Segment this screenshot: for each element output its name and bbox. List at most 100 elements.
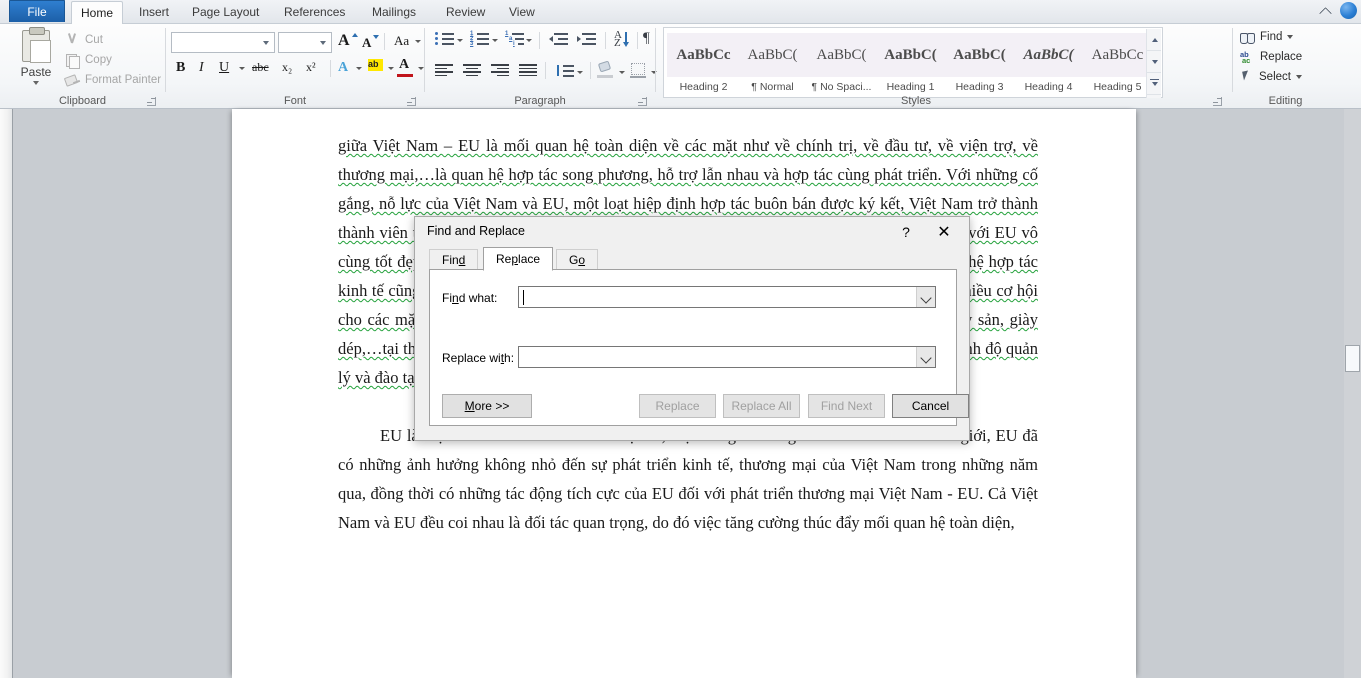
- style-item-1[interactable]: AaBbC( ¶ Normal: [736, 33, 809, 99]
- increase-indent-button[interactable]: [577, 32, 597, 46]
- replace-button[interactable]: ab ac Replace: [1240, 50, 1302, 65]
- select-button[interactable]: Select: [1240, 70, 1302, 84]
- replace-with-input[interactable]: [518, 346, 936, 368]
- underline-button[interactable]: U: [219, 60, 229, 76]
- chevron-down-icon[interactable]: [415, 40, 421, 43]
- text-effects-button[interactable]: A: [338, 60, 348, 76]
- scroll-up-icon[interactable]: [1147, 29, 1161, 51]
- chevron-down-icon[interactable]: [577, 71, 583, 74]
- tab-references[interactable]: References: [275, 2, 354, 24]
- scroll-down-icon[interactable]: [1147, 51, 1161, 73]
- bullets-button[interactable]: [435, 32, 455, 46]
- find-next-button: Find Next: [808, 394, 885, 418]
- borders-button[interactable]: [631, 63, 645, 75]
- chevron-down-icon[interactable]: [457, 39, 463, 42]
- paragraph-dialog-launcher[interactable]: [638, 97, 647, 106]
- chevron-down-icon[interactable]: [239, 67, 245, 70]
- font-dialog-launcher[interactable]: [407, 97, 416, 106]
- align-right-button[interactable]: [491, 64, 509, 77]
- chevron-down-icon[interactable]: [492, 39, 498, 42]
- style-item-3[interactable]: AaBbC( Heading 1: [874, 33, 947, 99]
- styles-gallery-scrollbar[interactable]: [1146, 29, 1161, 98]
- dialog-body: Find what: Replace with: More >> Replace…: [429, 269, 969, 426]
- copy-button[interactable]: Copy: [64, 52, 112, 69]
- decrease-indent-button[interactable]: [549, 32, 569, 46]
- vertical-scrollbar[interactable]: [1344, 109, 1361, 678]
- dialog-tab-replace[interactable]: Replace: [483, 247, 554, 271]
- help-icon[interactable]: [1340, 2, 1357, 19]
- styles-gallery: AaBbCc Heading 2 AaBbC( ¶ Normal AaBbC( …: [663, 27, 1163, 98]
- italic-button[interactable]: I: [199, 60, 204, 76]
- paragraph-group-label: Paragraph: [514, 95, 566, 107]
- chevron-down-icon[interactable]: [916, 287, 935, 307]
- highlight-label: ab: [368, 59, 379, 69]
- dialog-tab-goto[interactable]: Go To: [556, 249, 599, 287]
- cut-button[interactable]: Cut: [64, 32, 103, 48]
- cut-label: Cut: [85, 34, 103, 46]
- divider: [637, 32, 638, 49]
- find-button[interactable]: Find: [1240, 30, 1294, 44]
- tab-file[interactable]: File: [9, 0, 65, 22]
- dialog-tab-find[interactable]: Find: [429, 249, 479, 270]
- grow-font-button[interactable]: A: [338, 32, 350, 50]
- font-color-button[interactable]: A: [399, 57, 409, 73]
- more-button[interactable]: More >>: [442, 394, 532, 418]
- chevron-down-icon[interactable]: [33, 81, 39, 85]
- multilevel-list-button[interactable]: 1ai: [505, 31, 525, 47]
- line-spacing-button[interactable]: [555, 64, 575, 78]
- clipboard-dialog-launcher[interactable]: [147, 97, 156, 106]
- style-preview: AaBbCc: [1081, 33, 1154, 77]
- font-name-combo[interactable]: [171, 32, 275, 53]
- align-center-button[interactable]: [463, 64, 481, 77]
- chevron-down-icon[interactable]: [356, 67, 362, 70]
- chevron-down-icon[interactable]: [619, 71, 625, 74]
- vertical-scrollbar-thumb[interactable]: [1345, 345, 1360, 372]
- cancel-button[interactable]: Cancel: [892, 394, 969, 418]
- change-case-button[interactable]: Aa: [394, 33, 409, 49]
- ribbon-tab-strip: File Home Insert Page Layout References …: [0, 0, 1361, 25]
- tab-insert[interactable]: Insert: [130, 2, 178, 24]
- numbering-button[interactable]: 123: [470, 31, 490, 47]
- chevron-down-icon[interactable]: [526, 39, 532, 42]
- find-and-replace-dialog[interactable]: Find and Replace ? ✕ Find Replace Go To …: [414, 216, 970, 441]
- shading-button[interactable]: [597, 60, 613, 74]
- style-item-6[interactable]: AaBbCc Heading 5: [1081, 33, 1154, 99]
- style-name: ¶ No Spaci...: [811, 81, 872, 93]
- styles-dialog-launcher[interactable]: [1213, 97, 1222, 106]
- chevron-down-icon[interactable]: [916, 347, 935, 367]
- tab-review[interactable]: Review: [437, 2, 494, 24]
- tab-mailings[interactable]: Mailings: [363, 2, 425, 24]
- font-size-combo[interactable]: [278, 32, 332, 53]
- chevron-down-icon[interactable]: [388, 67, 394, 70]
- tab-page-layout[interactable]: Page Layout: [183, 2, 268, 24]
- shrink-font-button[interactable]: A: [362, 35, 371, 51]
- sort-button[interactable]: AZ: [614, 30, 622, 49]
- style-item-0[interactable]: AaBbCc Heading 2: [667, 33, 740, 99]
- strikethrough-button[interactable]: abc: [252, 60, 269, 75]
- paste-button[interactable]: Paste: [14, 27, 58, 90]
- format-painter-button[interactable]: Format Painter: [64, 72, 161, 88]
- chevron-up-icon[interactable]: [1318, 3, 1334, 19]
- superscript-button[interactable]: x²: [306, 60, 316, 75]
- borders-swatch: [630, 76, 646, 78]
- style-item-4[interactable]: AaBbC( Heading 3: [943, 33, 1016, 99]
- tab-view[interactable]: View: [500, 2, 544, 24]
- find-what-input[interactable]: [518, 286, 936, 308]
- style-item-5[interactable]: AaBbC( Heading 4: [1012, 33, 1085, 99]
- styles-more-icon[interactable]: [1147, 73, 1161, 95]
- divider: [539, 32, 540, 49]
- align-left-button[interactable]: [435, 64, 453, 77]
- style-item-2[interactable]: AaBbC( ¶ No Spaci...: [805, 33, 878, 99]
- left-rail: [0, 109, 13, 678]
- select-label: Select: [1259, 71, 1291, 83]
- replace-with-label: Replace with:: [442, 351, 515, 365]
- close-icon[interactable]: ✕: [931, 222, 957, 242]
- subscript-button[interactable]: x₂: [282, 60, 292, 75]
- tab-home[interactable]: Home: [71, 1, 124, 25]
- help-icon[interactable]: ?: [895, 222, 917, 242]
- show-marks-button[interactable]: ¶: [643, 30, 650, 47]
- justify-button[interactable]: [519, 64, 537, 77]
- font-group-label: Font: [283, 95, 306, 107]
- bold-button[interactable]: B: [176, 60, 185, 76]
- dialog-title-bar[interactable]: Find and Replace ? ✕: [415, 217, 969, 247]
